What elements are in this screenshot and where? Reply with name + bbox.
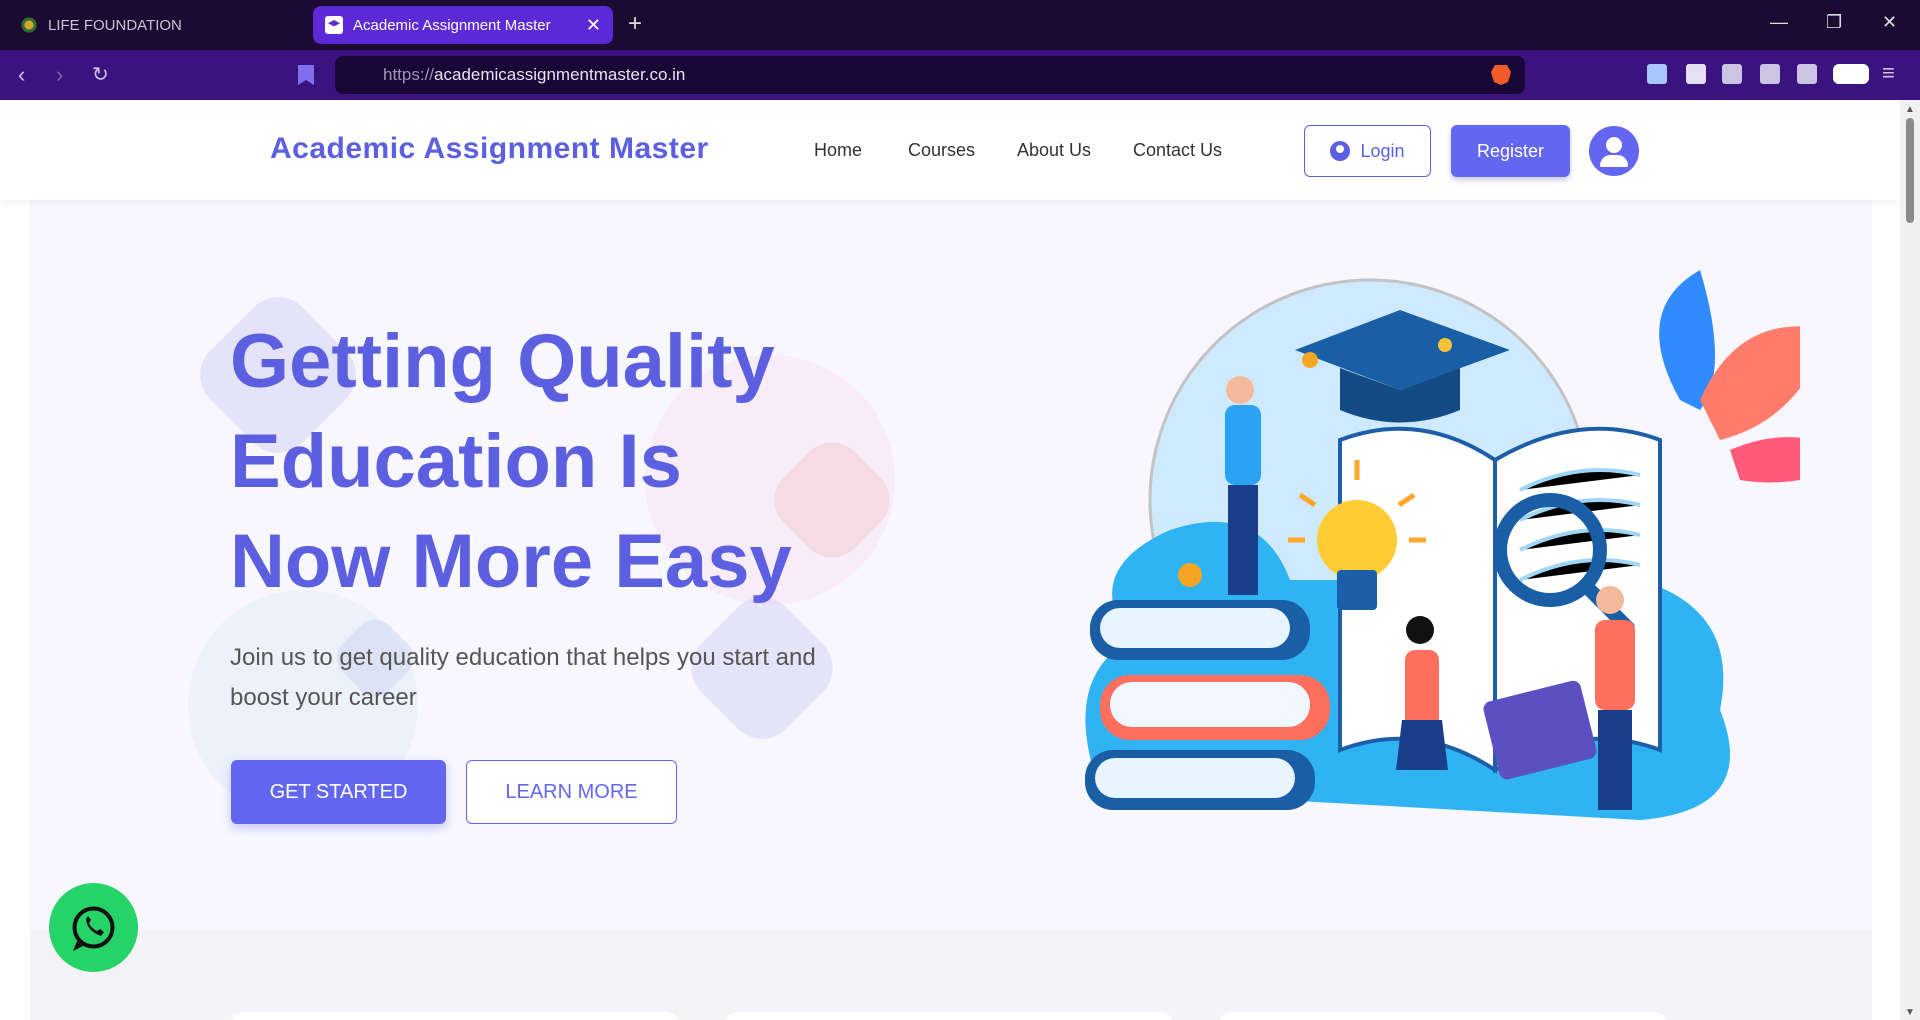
minimize-icon[interactable]: — <box>1770 12 1788 33</box>
features-section <box>30 930 1872 1020</box>
login-button[interactable]: Login <box>1304 125 1431 177</box>
get-started-button[interactable]: GET STARTED <box>231 760 446 824</box>
learn-more-button[interactable]: LEARN MORE <box>466 760 677 824</box>
feature-card <box>1218 1012 1668 1020</box>
close-tab-icon[interactable]: ✕ <box>586 15 601 36</box>
nav-courses[interactable]: Courses <box>908 140 975 161</box>
new-tab-icon[interactable]: + <box>628 10 642 38</box>
url-host: academicassignmentmaster.co.in <box>434 65 686 84</box>
hero-title-line: Now More Easy <box>230 519 792 604</box>
hero-subtitle: Join us to get quality education that he… <box>230 644 816 711</box>
user-icon <box>1330 141 1351 161</box>
site-header: Academic Assignment Master Home Courses … <box>0 100 1900 200</box>
whatsapp-button[interactable] <box>49 883 138 972</box>
close-window-icon[interactable]: ✕ <box>1882 12 1897 33</box>
nav-about-us[interactable]: About Us <box>1017 140 1091 161</box>
nav-home[interactable]: Home <box>814 140 862 161</box>
browser-toolbar: ‹ › ↻ https:// academicassignmentmaster.… <box>0 50 1920 100</box>
nav-contact-us[interactable]: Contact Us <box>1133 140 1222 161</box>
tab-life-foundation[interactable]: LIFE FOUNDATION <box>8 6 308 44</box>
back-icon[interactable]: ‹ <box>18 62 25 88</box>
life-foundation-favicon-icon <box>20 16 38 34</box>
scroll-down-icon[interactable]: ▼ <box>1905 1007 1915 1018</box>
tab-academic-assignment-master[interactable]: Academic Assignment Master ✕ <box>313 6 613 44</box>
url-protocol: https:// <box>383 65 435 84</box>
hero-title-line: Getting Quality <box>230 319 775 404</box>
brave-shields-icon[interactable] <box>1491 65 1511 85</box>
scroll-up-icon[interactable]: ▲ <box>1905 104 1915 115</box>
web-page: Academic Assignment Master Home Courses … <box>0 100 1900 1020</box>
login-label: Login <box>1360 140 1405 161</box>
reload-icon[interactable]: ↻ <box>92 62 109 87</box>
sidebar-toggle-icon[interactable] <box>1797 64 1817 84</box>
page-scrollbar[interactable]: ▲ ▼ <box>1900 100 1920 1020</box>
extension-doc-icon[interactable] <box>1647 64 1667 84</box>
scrollbar-thumb[interactable] <box>1906 118 1914 223</box>
address-bar[interactable]: https:// academicassignmentmaster.co.in <box>335 56 1525 94</box>
whatsapp-icon <box>72 906 115 951</box>
forward-icon[interactable]: › <box>56 62 63 88</box>
feature-card <box>230 1012 680 1020</box>
hero-title: Getting Quality Education Is Now More Ea… <box>230 312 910 612</box>
tab-title: Academic Assignment Master <box>353 16 551 34</box>
extension-camera-icon[interactable] <box>1722 64 1742 84</box>
extension-formula-icon[interactable] <box>1686 64 1706 84</box>
avatar-icon[interactable] <box>1589 126 1639 176</box>
bookmark-icon[interactable] <box>298 65 314 85</box>
tab-title: LIFE FOUNDATION <box>48 16 182 34</box>
browser-tab-bar: LIFE FOUNDATION Academic Assignment Mast… <box>0 0 1920 50</box>
feature-card <box>724 1012 1174 1020</box>
site-brand[interactable]: Academic Assignment Master <box>270 132 709 166</box>
education-illustration <box>1085 270 1800 820</box>
graduation-cap-favicon-icon <box>325 16 343 34</box>
extensions-puzzle-icon[interactable] <box>1760 64 1780 84</box>
reader-mode-icon[interactable] <box>1833 64 1869 84</box>
menu-icon[interactable]: ≡ <box>1882 60 1895 86</box>
register-button[interactable]: Register <box>1451 125 1570 177</box>
hero-title-line: Education Is <box>230 419 682 504</box>
restore-icon[interactable]: ❐ <box>1826 12 1842 33</box>
